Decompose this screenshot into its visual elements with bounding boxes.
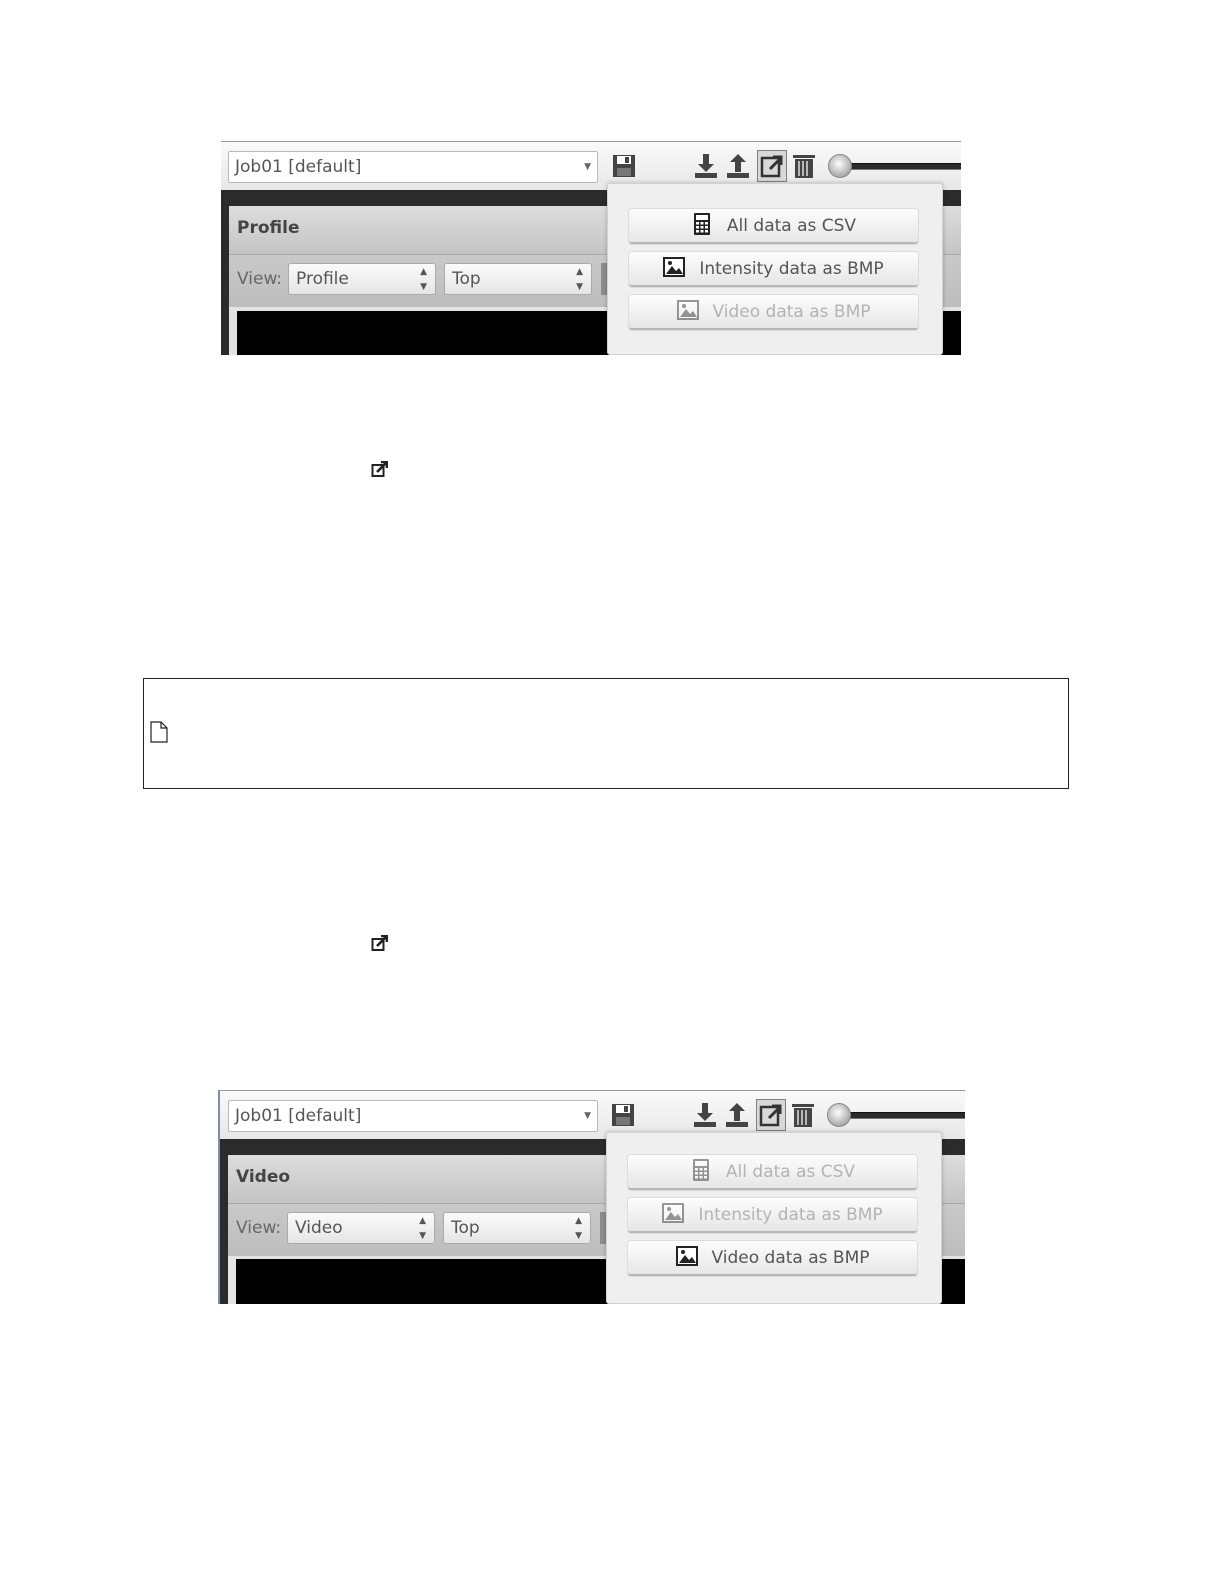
updown-icon: ▲ ▼: [419, 1216, 426, 1241]
export-icon: [371, 935, 388, 952]
slider-knob[interactable]: [827, 1103, 851, 1127]
export-dropdown: All data as CSV Intensity data as BMP Vi…: [606, 1132, 942, 1304]
job-select[interactable]: Job01 [default] ▼: [228, 151, 598, 183]
image-icon: [675, 1245, 698, 1267]
export-intensity-bmp-label: Intensity data as BMP: [698, 1205, 883, 1225]
missing-image-placeholder: [143, 678, 1069, 789]
slider-track[interactable]: [841, 163, 961, 170]
trash-icon[interactable]: [789, 1100, 817, 1130]
screenshot-video: Job01 [default] ▼ Video View: Video ▲ ▼ …: [218, 1090, 965, 1304]
download-icon[interactable]: [691, 1100, 719, 1130]
job-select[interactable]: Job01 [default] ▼: [228, 1100, 598, 1132]
export-csv-label: All data as CSV: [725, 1162, 856, 1182]
export-intensity-bmp-button[interactable]: Intensity data as BMP: [629, 252, 918, 287]
export-csv-button[interactable]: All data as CSV: [628, 1155, 917, 1190]
download-icon[interactable]: [692, 151, 720, 181]
view-select-direction-value: Top: [451, 1218, 480, 1238]
upload-icon[interactable]: [723, 1100, 751, 1130]
export-intensity-bmp-label: Intensity data as BMP: [699, 259, 884, 279]
view-label: View:: [237, 269, 283, 289]
save-icon[interactable]: [609, 1100, 637, 1130]
image-icon: [676, 299, 699, 321]
export-icon[interactable]: [757, 150, 787, 182]
slider-knob[interactable]: [828, 154, 852, 178]
export-csv-label: All data as CSV: [726, 216, 857, 236]
view-select-mode-value: Video: [295, 1218, 343, 1238]
screenshot-profile: Job01 [default] ▼ Profile View: Profile: [221, 141, 961, 355]
save-icon[interactable]: [610, 151, 638, 181]
view-select-mode[interactable]: Video ▲ ▼: [287, 1212, 435, 1244]
export-csv-button[interactable]: All data as CSV: [629, 209, 918, 244]
view-label: View:: [236, 1218, 282, 1238]
export-icon[interactable]: [756, 1099, 786, 1131]
view-select-direction-value: Top: [452, 269, 481, 289]
panel-title: Video: [236, 1167, 291, 1187]
view-select-direction[interactable]: Top ▲ ▼: [443, 1212, 591, 1244]
trash-icon[interactable]: [790, 151, 818, 181]
view-select-mode[interactable]: Profile ▲ ▼: [288, 263, 436, 295]
panel-title: Profile: [237, 218, 300, 238]
export-video-bmp-label: Video data as BMP: [712, 302, 871, 322]
document-icon: [150, 721, 168, 743]
export-video-bmp-button[interactable]: Video data as BMP: [628, 1241, 917, 1276]
export-video-bmp-button[interactable]: Video data as BMP: [629, 295, 918, 330]
chevron-down-icon: ▼: [584, 162, 591, 172]
job-select-value: Job01 [default]: [235, 157, 362, 177]
slider-track[interactable]: [840, 1112, 965, 1119]
calculator-icon: [691, 213, 713, 235]
export-dropdown: All data as CSV Intensity data as BMP Vi…: [607, 183, 943, 355]
updown-icon: ▲ ▼: [420, 267, 427, 292]
updown-icon: ▲ ▼: [575, 1216, 582, 1241]
export-icon: [371, 461, 388, 478]
export-intensity-bmp-button[interactable]: Intensity data as BMP: [628, 1198, 917, 1233]
upload-icon[interactable]: [724, 151, 752, 181]
view-select-mode-value: Profile: [296, 269, 349, 289]
image-icon: [662, 1202, 685, 1224]
view-select-direction[interactable]: Top ▲ ▼: [444, 263, 592, 295]
image-icon: [663, 256, 686, 278]
export-video-bmp-label: Video data as BMP: [711, 1248, 870, 1268]
chevron-down-icon: ▼: [584, 1111, 591, 1121]
job-select-value: Job01 [default]: [235, 1106, 362, 1126]
updown-icon: ▲ ▼: [576, 267, 583, 292]
calculator-icon: [690, 1159, 712, 1181]
